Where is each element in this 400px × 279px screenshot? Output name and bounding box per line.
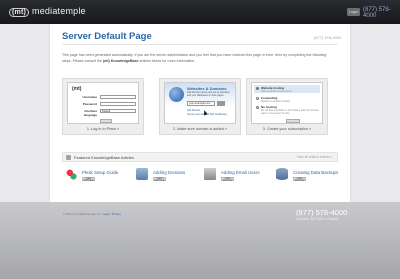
language-label: Interface language (83, 109, 97, 117)
websites-domains-screenshot: Websites & Domains Add domain names and … (164, 82, 236, 124)
article-adding-email-users: Adding Email Users VIEW ARTICLE (204, 168, 272, 188)
article-title[interactable]: Creating Data Backups (293, 170, 338, 175)
knowledgebase-bar: Featured KnowledgeBase Articles View all… (62, 152, 338, 162)
language-select: Default (100, 109, 136, 113)
mediatemple-logo[interactable]: (mt) mediatemple (9, 6, 86, 17)
privacy-link[interactable]: Privacy (112, 212, 121, 216)
radio-icon (256, 106, 259, 109)
header-phone: (877) 578-4000 (363, 7, 391, 19)
subscription-screenshot: Website hosting Host a website on this s… (251, 82, 323, 124)
logo-name: mediatemple (32, 6, 86, 16)
step-create-subscription[interactable]: Website hosting Host a website on this s… (246, 78, 328, 135)
plesk-mini-logo: (mt) (72, 86, 82, 92)
legal-link[interactable]: Legal (103, 212, 110, 216)
mini-login-button (100, 119, 112, 123)
view-article-button[interactable]: VIEW ARTICLE (293, 177, 306, 182)
article-title[interactable]: Adding Email Users (221, 170, 260, 175)
step-1-caption[interactable]: 1. Log in to Plesk » (63, 127, 143, 131)
websites-domains-text: Add domain names and set up websites, an… (187, 91, 231, 97)
password-row: Password (72, 102, 136, 107)
view-article-button[interactable]: VIEW ARTICLE (221, 177, 234, 182)
option-desc: Do not host a website on this hosted, ad… (261, 109, 319, 115)
plesk-logo-icon (65, 168, 77, 180)
footer-copyright: © 2011 (mt) Media Temple, Inc. Legal / P… (63, 212, 121, 216)
view-article-button[interactable]: VIEW ARTICLE (153, 177, 166, 182)
step-2-caption[interactable]: 2. Make sure domain is added » (160, 127, 240, 131)
domain-select: your-example.com (187, 101, 215, 106)
article-data-backups: Creating Data Backups VIEW ARTICLE (276, 168, 344, 188)
article-title[interactable]: Adding Domains (153, 170, 185, 175)
copyright-text: © 2011 (mt) Media Temple, Inc. (63, 212, 103, 216)
mini-ok-button (286, 119, 300, 123)
password-label: Password (82, 102, 97, 106)
radio-icon (256, 97, 259, 100)
database-icon (276, 168, 288, 180)
page-phone: (877) 578-4000 (314, 35, 342, 40)
password-field (100, 102, 136, 106)
add-domain-link: Add Domain (187, 109, 201, 112)
intro-text: This page has been generated automatical… (62, 52, 332, 64)
language-row: Interface language Default (72, 109, 136, 117)
knowledgebase-title: Featured KnowledgeBase Articles (74, 155, 135, 160)
intro-brand: (mt) KnowledgeBase (102, 59, 139, 63)
title-divider (62, 44, 338, 45)
username-field (100, 95, 136, 99)
step-login-plesk[interactable]: (mt) Username Password Interface languag… (62, 78, 144, 135)
step-3-caption[interactable]: 3. Create your subscription » (247, 127, 327, 131)
radio-icon (256, 87, 259, 90)
article-title[interactable]: Plesk Setup Guide (82, 170, 118, 175)
logo-mark: (mt) (9, 8, 30, 17)
article-adding-domains: Adding Domains VIEW ARTICLE (136, 168, 204, 188)
intro-text-part2: articles below for more information. (138, 59, 196, 63)
plesk-login-screenshot: (mt) Username Password Interface languag… (67, 82, 139, 124)
footer-phone: (877) 578-4000 (296, 208, 348, 217)
step-add-domain[interactable]: Websites & Domains Add domain names and … (159, 78, 241, 135)
domain-icon (136, 168, 148, 180)
footer-support-text: Available 24/7/365 in English (296, 217, 339, 221)
view-all-link[interactable]: View all related articles » (297, 155, 333, 159)
username-label: Username (82, 95, 97, 99)
mail-icon (204, 168, 216, 180)
article-plesk-setup: Plesk Setup Guide VIEW ARTICLE (65, 168, 133, 188)
login-button[interactable]: Login (347, 8, 360, 16)
globe-icon (169, 87, 184, 102)
username-row: Username (72, 95, 136, 100)
knowledgebase-icon (66, 155, 71, 160)
page-title: Server Default Page (62, 31, 152, 42)
domain-go-button (217, 101, 225, 106)
view-article-button[interactable]: VIEW ARTICLE (82, 177, 95, 182)
option-desc: Host a website on this server (261, 90, 292, 93)
option-desc: Redirect to another website (261, 100, 291, 103)
